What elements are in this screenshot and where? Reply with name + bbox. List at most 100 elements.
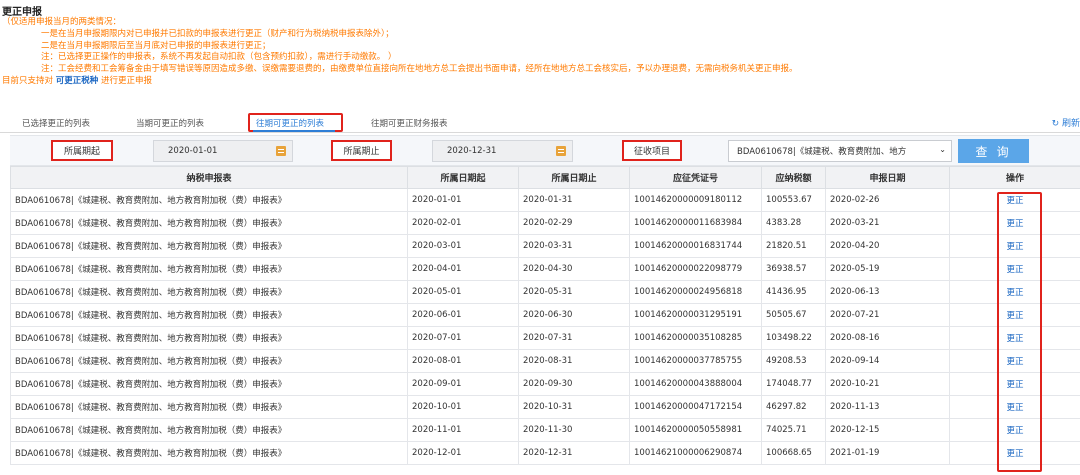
table-row: BDA0610678|《城建税、教育费附加、地方教育附加税（费）申报表》 2020… bbox=[10, 326, 1080, 350]
notice-line: （仅适用申报当月的两类情况： bbox=[2, 17, 122, 27]
period-start-label: 所属期起 bbox=[51, 140, 113, 161]
declaration-date-cell: 2020-10-21 bbox=[825, 372, 950, 396]
support-note: 目前只支持对 可更正税种 进行更正申报 bbox=[2, 76, 798, 88]
correct-button[interactable]: 更正 bbox=[1006, 403, 1023, 413]
column-header: 所属日期起 bbox=[407, 166, 519, 189]
declaration-date-cell: 2020-05-19 bbox=[825, 257, 950, 281]
declaration-form-cell: BDA0610678|《城建税、教育费附加、地方教育附加税（费）申报表》 bbox=[10, 257, 408, 281]
period-start-cell: 2020-01-01 bbox=[407, 188, 519, 212]
period-start-cell: 2020-04-01 bbox=[407, 257, 519, 281]
period-end-value: 2020-12-31 bbox=[447, 146, 497, 156]
correct-button[interactable]: 更正 bbox=[1006, 311, 1023, 321]
calendar-icon[interactable] bbox=[276, 146, 286, 156]
voucher-number-cell: 10014620000009180112 bbox=[629, 188, 762, 212]
correctable-tax-link[interactable]: 可更正税种 bbox=[56, 76, 99, 86]
correct-button[interactable]: 更正 bbox=[1006, 334, 1023, 344]
correct-button[interactable]: 更正 bbox=[1006, 219, 1023, 229]
notice-line: 一是在当月申报期限内对已申报并已扣款的申报表进行更正（财产和行为税纳税申报表除外… bbox=[41, 28, 394, 39]
correct-button[interactable]: 更正 bbox=[1006, 242, 1023, 252]
calendar-icon[interactable] bbox=[556, 146, 566, 156]
declaration-date-cell: 2020-09-14 bbox=[825, 349, 950, 373]
voucher-number-cell: 10014620000016831744 bbox=[629, 234, 762, 258]
levy-item-select[interactable]: BDA0610678|《城建税、教育费附加、地方 ⌄ bbox=[728, 140, 952, 162]
period-start-cell: 2020-03-01 bbox=[407, 234, 519, 258]
tab-selected-corrections[interactable]: 已选择更正的列表 bbox=[22, 117, 90, 129]
declaration-date-cell: 2020-02-26 bbox=[825, 188, 950, 212]
correct-button[interactable]: 更正 bbox=[1006, 426, 1023, 436]
table-row: BDA0610678|《城建税、教育费附加、地方教育附加税（费）申报表》 2020… bbox=[10, 234, 1080, 258]
query-button[interactable]: 查 询 bbox=[958, 139, 1029, 163]
voucher-number-cell: 10014620000043888004 bbox=[629, 372, 762, 396]
voucher-number-cell: 10014620000037785755 bbox=[629, 349, 762, 373]
tab-past-financial-statements[interactable]: 往期可更正财务报表 bbox=[371, 117, 448, 129]
tax-amount-cell: 41436.95 bbox=[761, 280, 826, 304]
filter-bar: 所属期起 2020-01-01 所属期止 2020-12-31 征收项目 BDA… bbox=[10, 135, 1080, 166]
action-cell: 更正 bbox=[949, 349, 1080, 373]
tax-amount-cell: 174048.77 bbox=[761, 372, 826, 396]
action-cell: 更正 bbox=[949, 303, 1080, 327]
period-end-cell: 2020-11-30 bbox=[518, 418, 630, 442]
action-cell: 更正 bbox=[949, 211, 1080, 235]
correct-button[interactable]: 更正 bbox=[1006, 265, 1023, 275]
column-header: 应征凭证号 bbox=[629, 166, 762, 189]
declaration-form-cell: BDA0610678|《城建税、教育费附加、地方教育附加税（费）申报表》 bbox=[10, 326, 408, 350]
correct-button[interactable]: 更正 bbox=[1006, 449, 1023, 459]
tax-amount-cell: 4383.28 bbox=[761, 211, 826, 235]
voucher-number-cell: 10014620000047172154 bbox=[629, 395, 762, 419]
period-end-cell: 2020-06-30 bbox=[518, 303, 630, 327]
tax-amount-cell: 49208.53 bbox=[761, 349, 826, 373]
tax-amount-cell: 46297.82 bbox=[761, 395, 826, 419]
period-end-cell: 2020-10-31 bbox=[518, 395, 630, 419]
column-header: 纳税申报表 bbox=[10, 166, 408, 189]
tax-amount-cell: 36938.57 bbox=[761, 257, 826, 281]
tax-amount-cell: 21820.51 bbox=[761, 234, 826, 258]
column-header: 所属日期止 bbox=[518, 166, 630, 189]
action-cell: 更正 bbox=[949, 395, 1080, 419]
tax-amount-cell: 100668.65 bbox=[761, 441, 826, 465]
notice-text: （仅适用申报当月的两类情况： 一是在当月申报期限内对已申报并已扣款的申报表进行更… bbox=[2, 17, 798, 88]
correct-button[interactable]: 更正 bbox=[1006, 380, 1023, 390]
period-start-cell: 2020-02-01 bbox=[407, 211, 519, 235]
column-header: 应纳税额 bbox=[761, 166, 826, 189]
refresh-icon: ↻ bbox=[1051, 119, 1060, 129]
declaration-date-cell: 2020-11-13 bbox=[825, 395, 950, 419]
tab-bar: 已选择更正的列表 当期可更正的列表 往期可更正的列表 往期可更正财务报表 ↻ 刷… bbox=[0, 113, 1080, 133]
declaration-form-cell: BDA0610678|《城建税、教育费附加、地方教育附加税（费）申报表》 bbox=[10, 395, 408, 419]
action-cell: 更正 bbox=[949, 234, 1080, 258]
voucher-number-cell: 10014620000050558981 bbox=[629, 418, 762, 442]
period-start-cell: 2020-09-01 bbox=[407, 372, 519, 396]
period-start-cell: 2020-12-01 bbox=[407, 441, 519, 465]
period-end-input[interactable]: 2020-12-31 bbox=[432, 140, 573, 162]
column-header: 申报日期 bbox=[825, 166, 950, 189]
period-end-label: 所属期止 bbox=[331, 140, 392, 161]
table-row: BDA0610678|《城建税、教育费附加、地方教育附加税（费）申报表》 2020… bbox=[10, 303, 1080, 327]
tax-amount-cell: 74025.71 bbox=[761, 418, 826, 442]
chevron-down-icon: ⌄ bbox=[939, 145, 946, 154]
table-row: BDA0610678|《城建税、教育费附加、地方教育附加税（费）申报表》 2020… bbox=[10, 188, 1080, 212]
refresh-label: 刷新 bbox=[1061, 119, 1080, 129]
voucher-number-cell: 10014620000022098779 bbox=[629, 257, 762, 281]
table-row: BDA0610678|《城建税、教育费附加、地方教育附加税（费）申报表》 2020… bbox=[10, 280, 1080, 304]
correct-button[interactable]: 更正 bbox=[1006, 288, 1023, 298]
declaration-form-cell: BDA0610678|《城建税、教育费附加、地方教育附加税（费）申报表》 bbox=[10, 303, 408, 327]
voucher-number-cell: 10014620000024956818 bbox=[629, 280, 762, 304]
period-start-cell: 2020-07-01 bbox=[407, 326, 519, 350]
correct-button[interactable]: 更正 bbox=[1006, 196, 1023, 206]
declaration-form-cell: BDA0610678|《城建税、教育费附加、地方教育附加税（费）申报表》 bbox=[10, 280, 408, 304]
declaration-table: 纳税申报表 所属日期起 所属日期止 应征凭证号 应纳税额 申报日期 操作 BDA… bbox=[10, 166, 1080, 465]
declaration-date-cell: 2020-04-20 bbox=[825, 234, 950, 258]
period-start-cell: 2020-08-01 bbox=[407, 349, 519, 373]
refresh-button[interactable]: ↻ 刷新 bbox=[1052, 116, 1080, 129]
declaration-form-cell: BDA0610678|《城建税、教育费附加、地方教育附加税（费）申报表》 bbox=[10, 418, 408, 442]
levy-item-label: 征收项目 bbox=[622, 140, 682, 161]
notice-line: 注：工会经费和工会筹备金由于填写错误等原因造成多缴、误缴需要退费的，由缴费单位直… bbox=[41, 64, 798, 75]
support-prefix: 目前只支持对 bbox=[2, 75, 54, 86]
period-start-cell: 2020-05-01 bbox=[407, 280, 519, 304]
period-end-cell: 2020-04-30 bbox=[518, 257, 630, 281]
tab-current-correctable[interactable]: 当期可更正的列表 bbox=[136, 117, 204, 129]
correct-button[interactable]: 更正 bbox=[1006, 357, 1023, 367]
table-row: BDA0610678|《城建税、教育费附加、地方教育附加税（费）申报表》 2020… bbox=[10, 257, 1080, 281]
period-end-cell: 2020-02-29 bbox=[518, 211, 630, 235]
period-start-input[interactable]: 2020-01-01 bbox=[153, 140, 293, 162]
tax-amount-cell: 103498.22 bbox=[761, 326, 826, 350]
